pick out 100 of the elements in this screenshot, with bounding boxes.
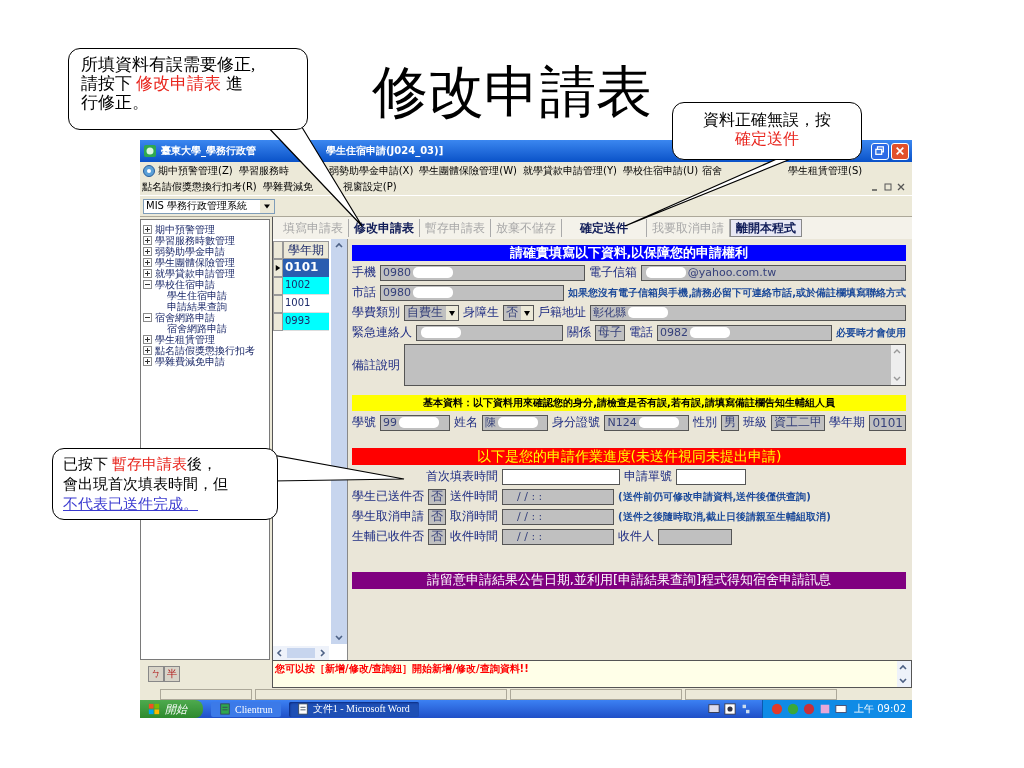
menu-item[interactable]: 視窗設定(P) bbox=[342, 180, 397, 194]
text-field[interactable]: 0101 bbox=[869, 414, 906, 431]
tree-item[interactable]: 學雜費減免申請 bbox=[143, 356, 267, 367]
menu-item[interactable]: 弱勢助學金申請(X) bbox=[328, 163, 414, 178]
dropdown[interactable]: 否 bbox=[503, 304, 534, 321]
tree-item[interactable]: 弱勢助學金申請 bbox=[143, 246, 267, 257]
text-field[interactable]: 男 bbox=[721, 414, 740, 431]
menu-item[interactable]: 宿舍 bbox=[702, 163, 723, 178]
window-controls-icon[interactable] bbox=[870, 182, 906, 192]
system-dropdown[interactable]: MIS 學務行政管理系統 bbox=[143, 198, 275, 214]
text-field[interactable]: 否 bbox=[428, 488, 446, 505]
text-field[interactable]: 99 bbox=[380, 414, 450, 431]
close-button[interactable] bbox=[891, 142, 909, 160]
app-icon bbox=[219, 703, 231, 715]
menu-item[interactable]: 期中預警管理(Z) bbox=[158, 163, 233, 178]
field-label: 取消時間 bbox=[450, 508, 498, 525]
text-field[interactable]: 否 bbox=[428, 528, 446, 545]
tree-item[interactable]: 宿舍網路申請 bbox=[143, 323, 267, 334]
text-field[interactable] bbox=[416, 324, 563, 341]
scrollbar[interactable] bbox=[331, 239, 347, 644]
field-label: 電話 bbox=[629, 324, 653, 341]
section-banner: 請留意申請結果公告日期,並利用[申請結果查詢]程式得知宿舍申請訊息 bbox=[352, 572, 906, 589]
field-label: 緊急連絡人 bbox=[352, 324, 412, 341]
text-field[interactable]: N124 bbox=[604, 414, 690, 431]
taskbar-button[interactable]: Clientrun bbox=[211, 701, 281, 717]
text-field[interactable]: @yahoo.com.tw bbox=[640, 264, 906, 281]
tree-item[interactable]: 就學貸款申請管理 bbox=[143, 268, 267, 279]
expand-icon[interactable] bbox=[143, 335, 152, 344]
text-field[interactable]: 0980 bbox=[380, 264, 585, 281]
expand-icon[interactable] bbox=[143, 236, 152, 245]
hint-text: 如果您沒有電子信箱與手機,請務必留下可連絡市話,或於備註欄填寫聯絡方式 bbox=[568, 285, 906, 300]
grid-cell[interactable]: 1001 bbox=[283, 295, 329, 313]
field-label: 學年期 bbox=[829, 414, 866, 431]
tray-icon[interactable] bbox=[835, 703, 847, 715]
field-label: 姓名 bbox=[453, 414, 478, 431]
expand-icon[interactable] bbox=[143, 269, 152, 278]
callout: 已按下 暫存申請表後， 會出現首次填表時間，但 不代表已送件完成。 bbox=[52, 448, 278, 520]
menu-item[interactable]: 學習服務時 bbox=[238, 163, 289, 178]
text-field[interactable]: 陳 bbox=[481, 414, 549, 431]
expand-icon[interactable] bbox=[143, 346, 152, 355]
menu-item[interactable]: 學雜費減免 bbox=[262, 180, 313, 194]
text-field[interactable]: / / : : bbox=[502, 528, 614, 545]
tree-item[interactable]: 學校住宿申請 bbox=[143, 279, 267, 290]
field-label: 申請單號 bbox=[624, 468, 672, 485]
text-field[interactable]: 彰化縣 bbox=[590, 304, 906, 321]
collapse-icon[interactable] bbox=[143, 280, 152, 289]
tree-item[interactable]: 申請結果查詢 bbox=[143, 301, 267, 312]
tree-item[interactable]: 學習服務時數管理 bbox=[143, 235, 267, 246]
tree-item[interactable]: 學生團體保險管理 bbox=[143, 257, 267, 268]
start-button[interactable]: 開始 bbox=[140, 700, 203, 718]
tree-item[interactable]: 學生租賃管理 bbox=[143, 334, 267, 345]
field-label: 學生取消申請 bbox=[352, 508, 424, 525]
grid-cell[interactable]: 1002 bbox=[283, 277, 329, 295]
hint-text: (送件之後隨時取消,截止日後請親至生輔組取消) bbox=[618, 509, 831, 524]
field-label: 收件時間 bbox=[450, 528, 498, 545]
grid-cell[interactable]: 0993 bbox=[283, 313, 329, 331]
action-button[interactable]: 離開本程式 bbox=[730, 219, 802, 237]
field-label: 電子信箱 bbox=[588, 264, 637, 281]
text-field[interactable]: 資工二甲 bbox=[771, 414, 826, 431]
restore-button[interactable] bbox=[871, 142, 889, 160]
text-field[interactable]: / / : : bbox=[502, 488, 614, 505]
field-label: 關係 bbox=[567, 324, 591, 341]
text-field[interactable]: / / : : bbox=[502, 508, 614, 525]
tree-item[interactable]: 學生住宿申請 bbox=[143, 290, 267, 301]
horizontal-scrollbar[interactable] bbox=[273, 646, 329, 660]
field-label: 手機 bbox=[352, 264, 376, 281]
field-label: 身分證號 bbox=[552, 414, 601, 431]
expand-icon[interactable] bbox=[143, 225, 152, 234]
field-label: 收件人 bbox=[618, 528, 654, 545]
text-field[interactable]: 母子 bbox=[595, 324, 625, 341]
tree-item[interactable]: 宿舍網路申請 bbox=[143, 312, 267, 323]
grid-cell[interactable]: 0101 bbox=[283, 259, 329, 277]
text-field[interactable] bbox=[502, 468, 620, 485]
expand-icon[interactable] bbox=[143, 357, 152, 366]
text-field[interactable]: 否 bbox=[428, 508, 446, 525]
expand-icon[interactable] bbox=[143, 258, 152, 267]
monitor-icon[interactable] bbox=[708, 703, 720, 715]
menu-item[interactable]: 就學貸款申請管理(Y) bbox=[523, 163, 617, 178]
text-field[interactable]: 0980 bbox=[380, 284, 565, 301]
taskbar-button[interactable]: 文件1 - Microsoft Word bbox=[288, 701, 419, 717]
input-mode-button[interactable]: ㄅ bbox=[148, 666, 164, 682]
collapse-icon[interactable] bbox=[143, 313, 152, 322]
menu-item[interactable]: 學生團體保險管理(W) bbox=[419, 163, 517, 178]
menu-item[interactable]: 學校住宿申請(U) bbox=[622, 163, 699, 178]
tree-item[interactable]: 期中預警管理 bbox=[143, 224, 267, 235]
menu-item[interactable]: 學生租賃管理(S) bbox=[788, 163, 863, 178]
field-label: 備註說明 bbox=[352, 356, 400, 374]
dropdown[interactable]: 自費生 bbox=[404, 304, 459, 321]
text-field[interactable] bbox=[676, 468, 746, 485]
tree-item[interactable]: 點名請假獎懲換行扣考 bbox=[143, 345, 267, 356]
field-label: 市話 bbox=[352, 284, 376, 301]
row-selector[interactable] bbox=[273, 259, 283, 277]
expand-icon[interactable] bbox=[143, 247, 152, 256]
help-icon[interactable] bbox=[724, 703, 736, 715]
callout: 所填資料有誤需要修正, 請按下 修改申請表 進 行修正。 bbox=[68, 48, 308, 130]
text-field[interactable] bbox=[658, 528, 732, 545]
input-mode-button[interactable]: 半 bbox=[164, 666, 180, 682]
text-field[interactable]: 0982 bbox=[657, 324, 832, 341]
menu-item[interactable]: 點名請假獎懲換行扣考(R) bbox=[142, 180, 257, 194]
window-title: 學生住宿申請(J024_03)] bbox=[326, 144, 444, 158]
